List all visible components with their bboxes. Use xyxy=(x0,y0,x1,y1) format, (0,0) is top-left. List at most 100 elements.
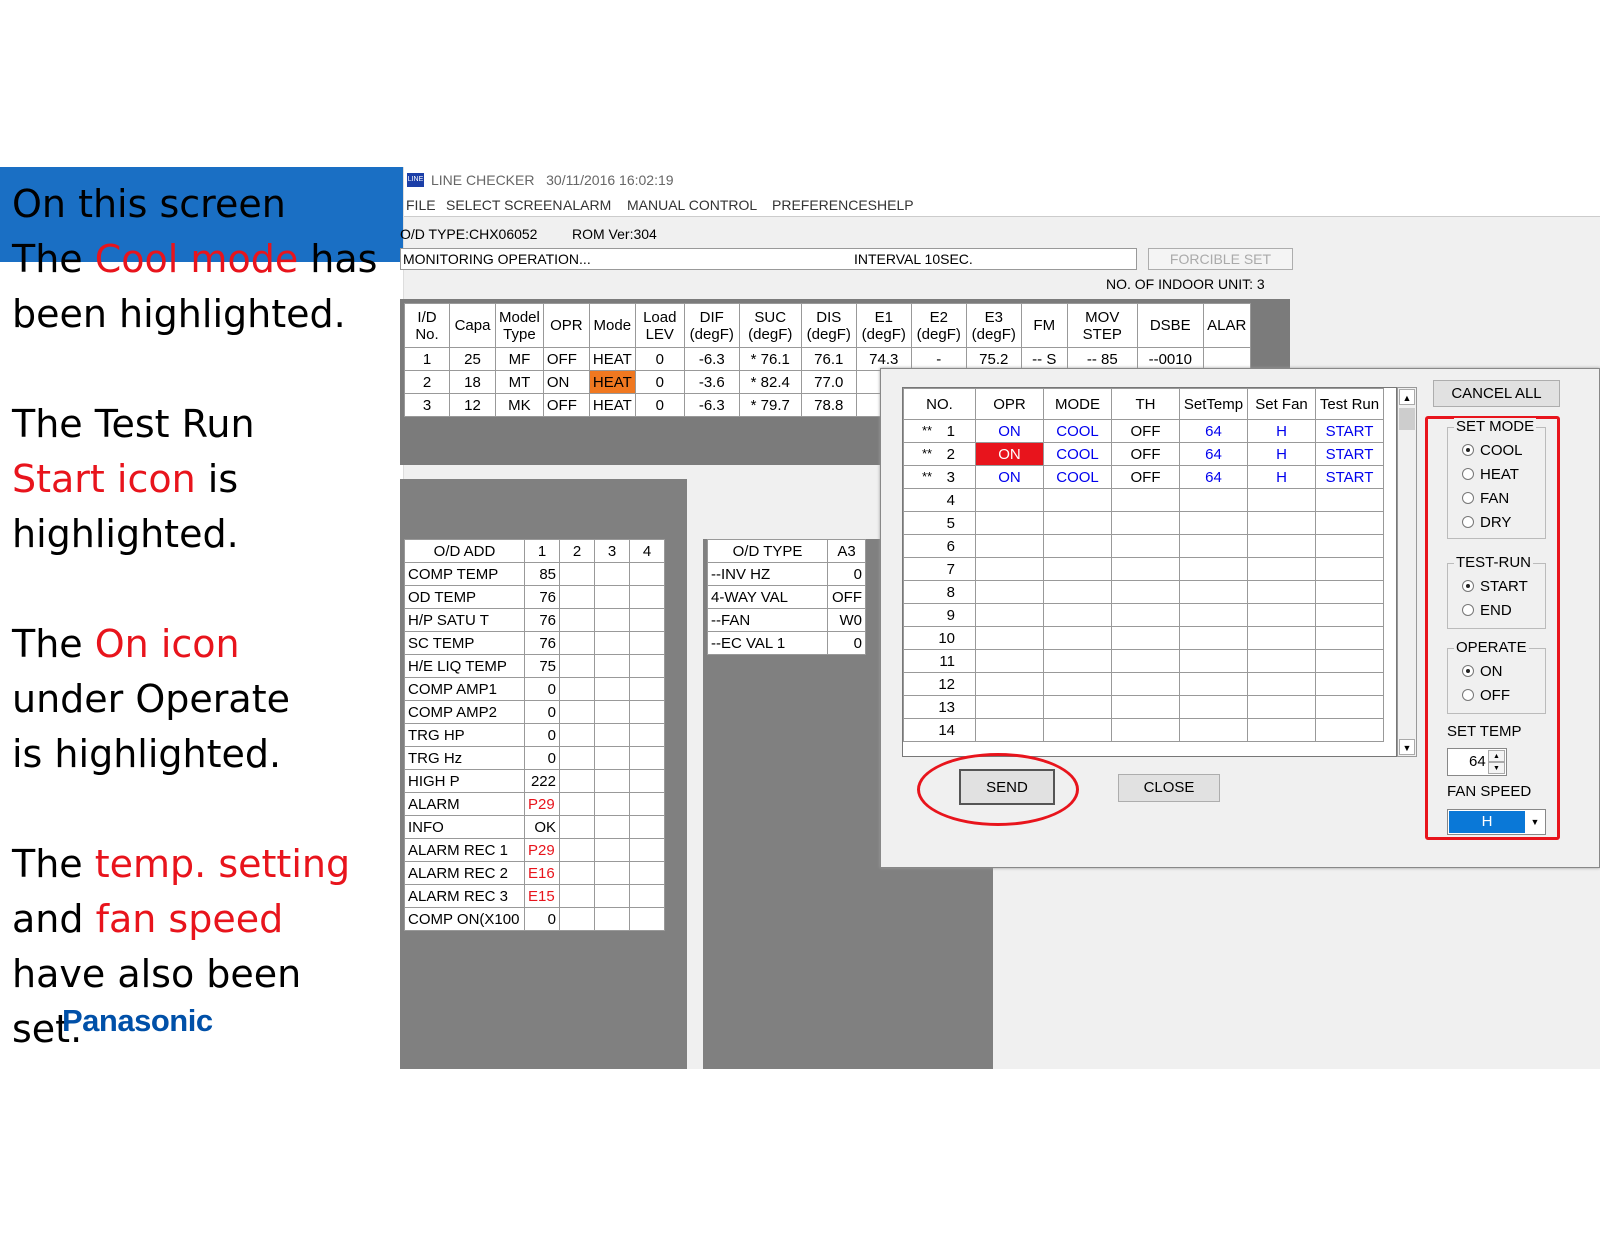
grid-cell xyxy=(1247,695,1316,719)
menu-manual-control[interactable]: MANUAL CONTROL xyxy=(627,197,757,213)
table-cell: 2 xyxy=(404,370,450,394)
empty-cell xyxy=(629,769,665,793)
mode-dry-radio[interactable]: DRY xyxy=(1462,514,1511,531)
grid-cell xyxy=(1247,557,1316,581)
empty-cell xyxy=(594,608,630,632)
od-type-column-header: O/D TYPE xyxy=(707,539,828,563)
mode-cool-radio[interactable]: COOL xyxy=(1462,442,1523,459)
selected-marker: ** xyxy=(922,422,933,438)
grid-cell xyxy=(975,672,1044,696)
fan-speed-select[interactable]: H ▼ xyxy=(1447,809,1546,835)
grid-row[interactable]: 6 xyxy=(903,534,1384,558)
radio-icon xyxy=(1462,492,1474,504)
menu-select-screen[interactable]: SELECT SCREEN xyxy=(446,197,562,213)
mode-fan-radio[interactable]: FAN xyxy=(1462,490,1509,507)
selected-marker: ** xyxy=(922,468,933,484)
od-add-value: P29 xyxy=(524,792,560,816)
menu-help[interactable]: HELP xyxy=(877,197,914,213)
empty-cell xyxy=(594,631,630,655)
spin-up-icon[interactable]: ▲ xyxy=(1488,750,1505,762)
annotation-phrase: highlighted. xyxy=(12,512,239,556)
status-text: MONITORING OPERATION... xyxy=(403,251,591,267)
grid-scrollbar[interactable]: ▲ ▼ xyxy=(1397,387,1417,757)
grid-cell xyxy=(975,488,1044,512)
forcible-set-button[interactable]: FORCIBLE SET xyxy=(1148,248,1293,270)
grid-cell xyxy=(1111,603,1180,627)
grid-row[interactable]: 8 xyxy=(903,580,1384,604)
grid-row[interactable]: 7 xyxy=(903,557,1384,581)
radio-selected-icon xyxy=(1462,665,1474,677)
close-button[interactable]: CLOSE xyxy=(1118,774,1220,802)
header-line: MOV xyxy=(1085,308,1120,326)
scroll-thumb[interactable] xyxy=(1399,408,1415,430)
operate-group: OPERATE ON OFF xyxy=(1447,639,1546,714)
annotation-line: and fan speed xyxy=(12,891,283,947)
scroll-up-icon[interactable]: ▲ xyxy=(1399,389,1415,405)
grid-cell: 64 xyxy=(1179,465,1248,489)
empty-cell xyxy=(629,792,665,816)
grid-row[interactable]: ** 1 ON COOL OFF 64 H START xyxy=(903,419,1384,443)
od-add-value: 0 xyxy=(524,746,560,770)
grid-row[interactable]: ** 2 ON COOL OFF 64 H START xyxy=(903,442,1384,466)
empty-cell xyxy=(594,677,630,701)
grid-no-cell: 12 xyxy=(903,672,976,696)
test-run-end-radio[interactable]: END xyxy=(1462,602,1512,619)
unit-number: 12 xyxy=(938,675,955,693)
grid-row[interactable]: 9 xyxy=(903,603,1384,627)
grid-cell xyxy=(1247,488,1316,512)
unit-grid: NO. OPR MODE TH SetTemp Set Fan Test Run ** 1 ON C… xyxy=(903,388,1384,742)
grid-row[interactable]: 5 xyxy=(903,511,1384,535)
grid-row[interactable]: ** 3 ON COOL OFF 64 H START xyxy=(903,465,1384,489)
annotation-phrase: have also been xyxy=(12,952,302,996)
table-cell: 0 xyxy=(634,347,685,371)
menu-alarm[interactable]: ALARM xyxy=(563,197,611,213)
indoor-column-header: Load LEV xyxy=(634,303,685,348)
empty-cell xyxy=(559,838,595,862)
chevron-down-icon[interactable]: ▼ xyxy=(1526,811,1544,833)
grid-row[interactable]: 13 xyxy=(903,695,1384,719)
highlight-phrase: Cool mode xyxy=(94,237,299,281)
unit-number: 14 xyxy=(938,721,955,739)
header-line: (degF) xyxy=(748,325,793,343)
od-add-label: ALARM xyxy=(404,792,525,816)
grid-row[interactable]: 11 xyxy=(903,649,1384,673)
annotation-line: The Cool mode has xyxy=(12,231,377,287)
mode-heat-radio[interactable]: HEAT xyxy=(1462,466,1519,483)
table-row: ALARM REC 3 E15 xyxy=(404,884,665,908)
table-row: --INV HZ 0 xyxy=(707,562,866,586)
grid-no-cell: 13 xyxy=(903,695,976,719)
scroll-down-icon[interactable]: ▼ xyxy=(1399,739,1415,755)
grid-no-cell: 10 xyxy=(903,626,976,650)
grid-row[interactable]: 14 xyxy=(903,718,1384,742)
grid-cell xyxy=(975,534,1044,558)
table-cell: 77.0 xyxy=(800,370,857,394)
grid-no-cell: ** 1 xyxy=(903,419,976,443)
highlight-phrase: Start icon xyxy=(12,457,196,501)
grid-row[interactable]: 10 xyxy=(903,626,1384,650)
menu-preferences[interactable]: PREFERENCES xyxy=(772,197,877,213)
grid-cell: H xyxy=(1247,442,1316,466)
grid-row[interactable]: 12 xyxy=(903,672,1384,696)
od-add-label: TRG Hz xyxy=(404,746,525,770)
table-cell: 78.8 xyxy=(800,393,857,417)
table-cell: 0 xyxy=(634,393,685,417)
operate-off-radio[interactable]: OFF xyxy=(1462,687,1510,704)
unit-number: 13 xyxy=(938,698,955,716)
grid-cell xyxy=(1179,511,1248,535)
mode-heat-label: HEAT xyxy=(1480,466,1519,483)
spin-down-icon[interactable]: ▼ xyxy=(1488,762,1505,774)
grid-row[interactable]: 4 xyxy=(903,488,1384,512)
cancel-all-button[interactable]: CANCEL ALL xyxy=(1433,380,1560,407)
grid-cell xyxy=(1043,695,1112,719)
set-temp-input[interactable]: 64 ▲ ▼ xyxy=(1447,748,1507,776)
header-line: Model xyxy=(499,308,540,326)
od-type-label: --INV HZ xyxy=(707,562,828,586)
test-run-start-radio[interactable]: START xyxy=(1462,578,1528,595)
operate-on-radio[interactable]: ON xyxy=(1462,663,1503,680)
grid-cell xyxy=(1247,718,1316,742)
menu-file[interactable]: FILE xyxy=(406,197,436,213)
grid-cell xyxy=(1179,534,1248,558)
radio-icon xyxy=(1462,604,1474,616)
grid-cell xyxy=(1111,649,1180,673)
annotation-phrase: The xyxy=(12,622,95,666)
